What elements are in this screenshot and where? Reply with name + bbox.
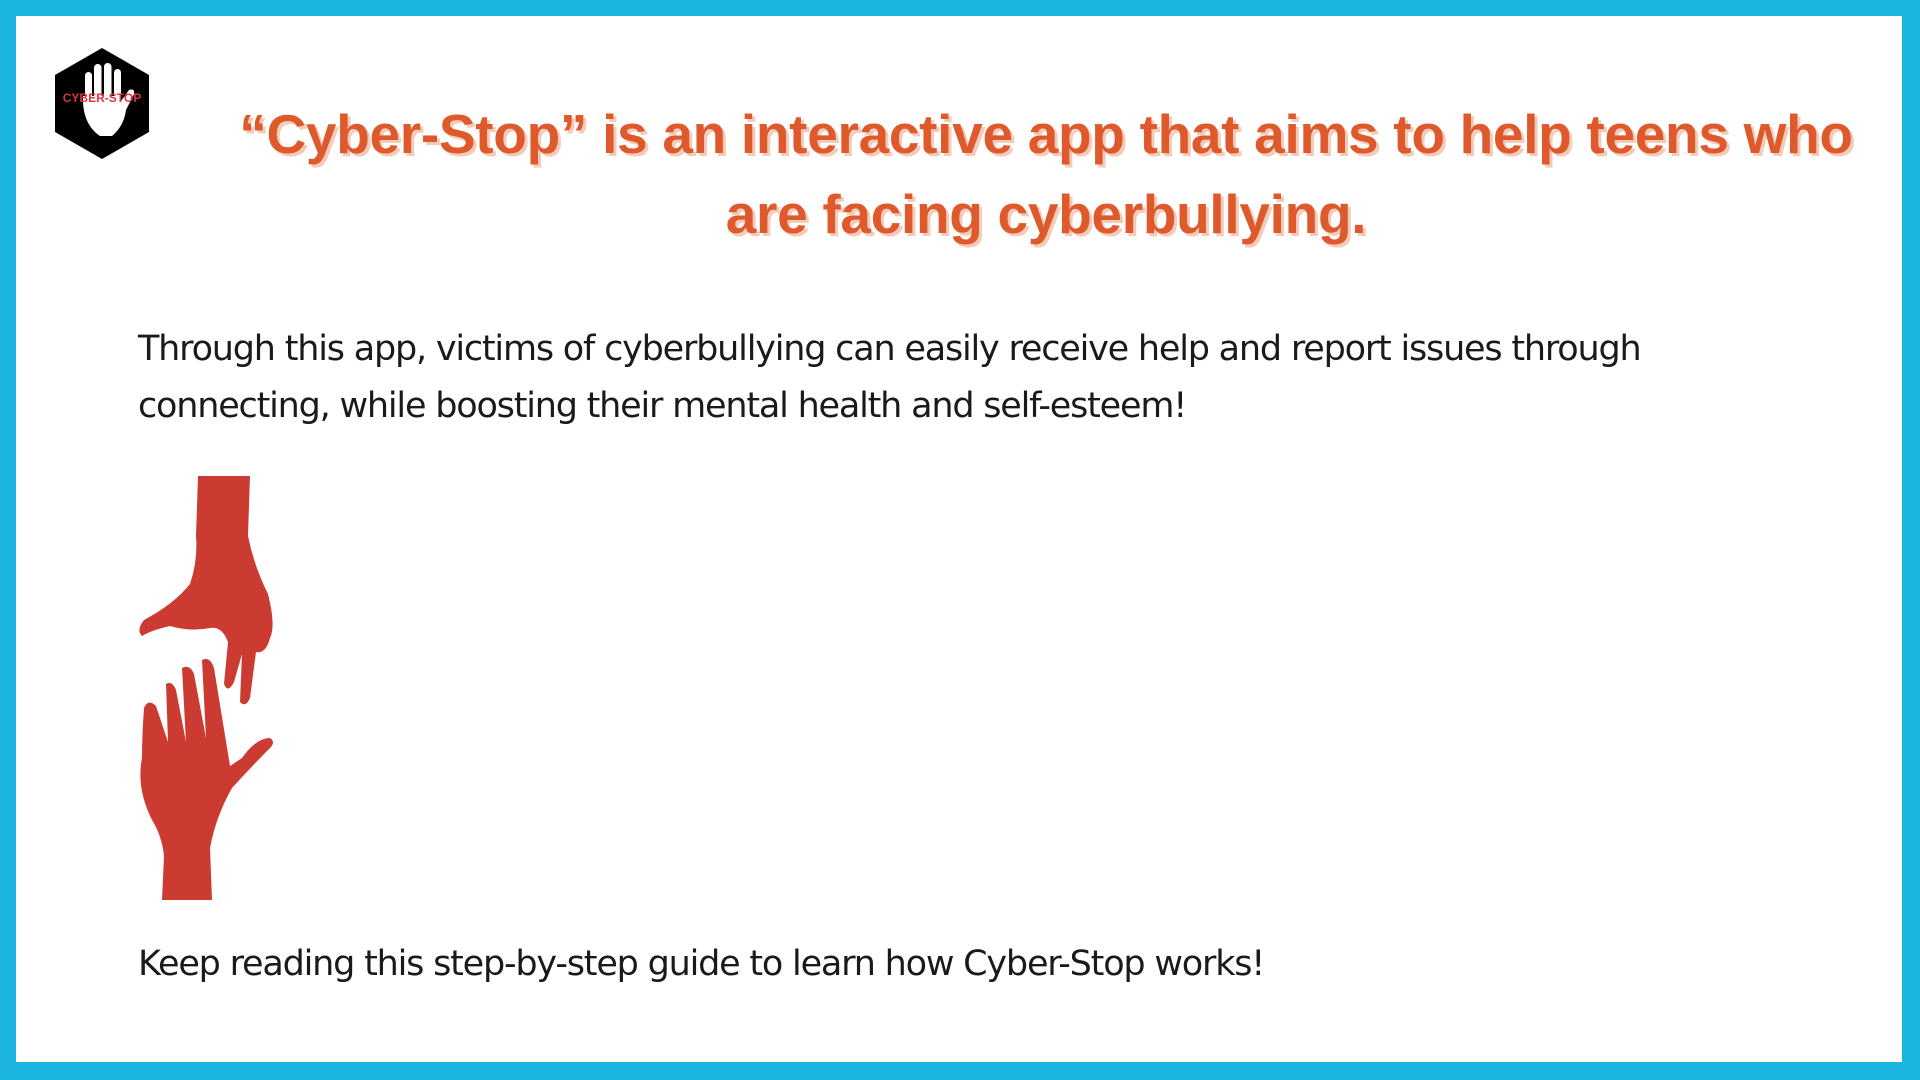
logo-text: CYBER-STOP bbox=[63, 91, 141, 105]
hand-hexagon-icon: CYBER-STOP bbox=[55, 48, 149, 159]
headline: “Cyber-Stop” is an interactive app that … bbox=[239, 103, 1853, 245]
reaching-hands-icon bbox=[138, 476, 274, 900]
intro-paragraph: Through this app, victims of cyberbullyi… bbox=[138, 329, 1642, 426]
slide-frame: CYBER-STOP “Cyber-Stop” is an interactiv… bbox=[0, 0, 1920, 1080]
cyber-stop-logo: CYBER-STOP bbox=[52, 46, 152, 161]
outro-paragraph: Keep reading this step-by-step guide to … bbox=[138, 944, 1265, 984]
